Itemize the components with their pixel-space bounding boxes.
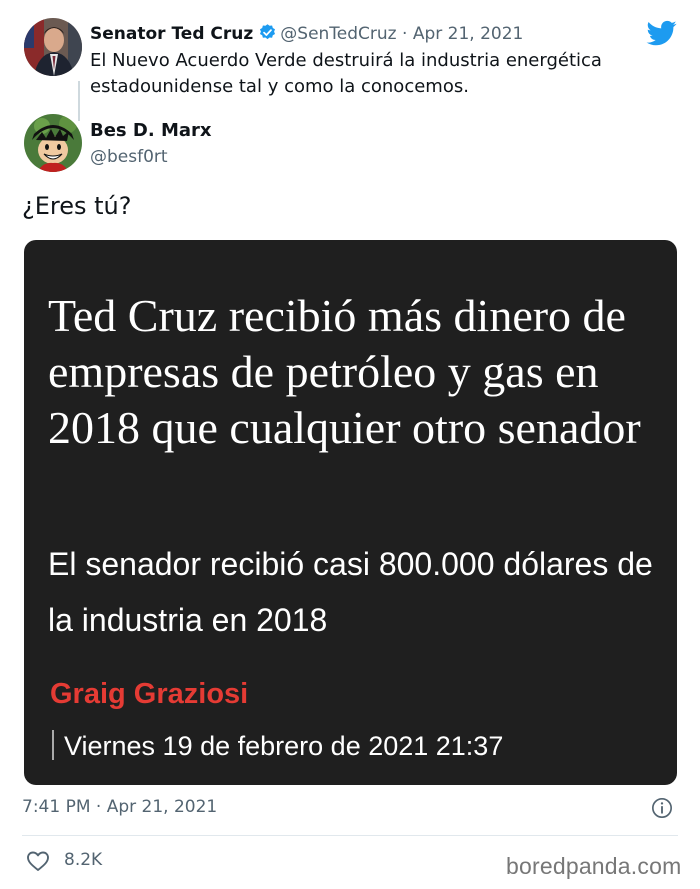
boredpanda-watermark: boredpanda.com: [506, 853, 682, 879]
article-date: Viernes 19 de febrero de 2021 21:37: [64, 731, 504, 761]
reply-author-header: Bes D. Marx @besf0rt: [24, 114, 624, 178]
verified-badge-icon: [260, 24, 276, 40]
reply-author-name[interactable]: Bes D. Marx: [90, 120, 212, 141]
tweet-timestamp[interactable]: 7:41 PM · Apr 21, 2021: [22, 797, 217, 817]
article-subheadline: El senador recibió casi 800.000 dólares …: [48, 546, 653, 638]
quoted-tweet-date[interactable]: Apr 21, 2021: [413, 24, 524, 44]
quoted-tweet-text: El Nuevo Acuerdo Verde destruirá la indu…: [90, 50, 602, 97]
reply-tweet-text: ¿Eres tú?: [22, 192, 132, 220]
footer-divider: [22, 835, 678, 836]
reply-author-handle[interactable]: @besf0rt: [90, 147, 168, 167]
quoted-author-handle[interactable]: @SenTedCruz: [280, 24, 396, 44]
article-headline: Ted Cruz recibió más dinero de empresas …: [48, 290, 641, 453]
quoted-tweet-body: Senator Ted Cruz @SenTedCruz · Apr 21, 20…: [90, 22, 650, 100]
article-author: Graig Graziosi: [50, 678, 249, 710]
quoted-author-name[interactable]: Senator Ted Cruz: [90, 24, 253, 44]
article-date-line: Viernes 19 de febrero de 2021 21:37: [48, 730, 503, 762]
attached-article-image[interactable]: Ted Cruz recibió más dinero de empresas …: [24, 240, 677, 785]
info-icon[interactable]: [651, 797, 673, 819]
avatar-ted-cruz[interactable]: [24, 18, 82, 76]
like-count: 8.2K: [64, 850, 103, 870]
date-divider-bar: [52, 730, 54, 760]
quoted-tweet[interactable]: Senator Ted Cruz @SenTedCruz · Apr 21, 20…: [24, 16, 664, 121]
heart-icon[interactable]: [26, 850, 50, 872]
avatar-bes-d-marx[interactable]: [24, 114, 82, 172]
quoted-tweet-header: Senator Ted Cruz @SenTedCruz · Apr 21, 20…: [90, 22, 650, 46]
